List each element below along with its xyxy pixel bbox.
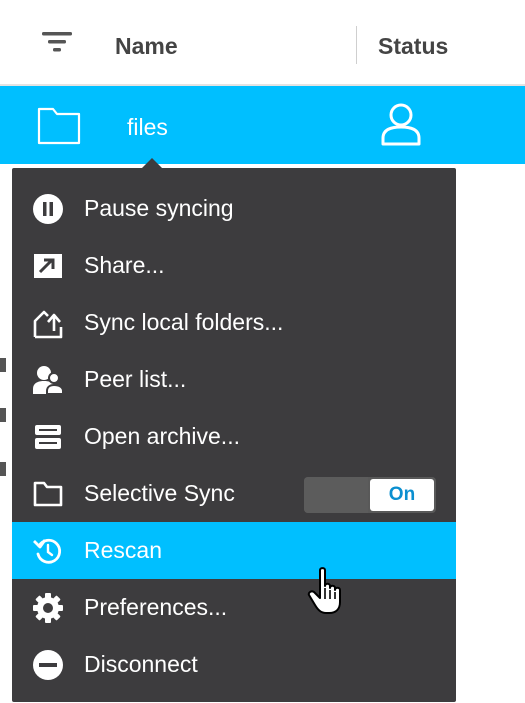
archive-icon	[35, 425, 61, 449]
menu-item-peer-list[interactable]: Peer list...	[12, 351, 456, 408]
peer-list-icon	[33, 366, 64, 395]
menu-item-label: Rescan	[84, 537, 162, 563]
disconnect-icon	[33, 650, 63, 680]
menu-item-label: Sync local folders...	[84, 309, 284, 335]
hand-pointer-cursor-icon	[307, 567, 341, 614]
menu-item-preferences[interactable]: Preferences...	[12, 579, 456, 636]
folder-context-menu: Pause syncing Share... Sync local folder…	[12, 168, 456, 702]
column-header-name[interactable]: Name	[115, 33, 178, 60]
menu-item-label: Preferences...	[84, 594, 228, 620]
menu-item-selective-sync[interactable]: Selective Sync On	[12, 465, 456, 522]
column-divider[interactable]	[356, 26, 357, 64]
column-header-status[interactable]: Status	[378, 33, 448, 60]
menu-item-label: Pause syncing	[84, 195, 234, 221]
menu-item-share[interactable]: Share...	[12, 237, 456, 294]
menu-item-disconnect[interactable]: Disconnect	[12, 636, 456, 693]
folder-name: files	[127, 114, 168, 140]
menu-item-rescan[interactable]: Rescan	[12, 522, 456, 579]
menu-item-sync-local-folders[interactable]: Sync local folders...	[12, 294, 456, 351]
background-text-fragment	[0, 358, 6, 372]
selective-sync-toggle[interactable]: On	[304, 477, 436, 513]
background-text-fragment	[0, 462, 6, 476]
folder-row-files[interactable]: files	[0, 86, 525, 164]
menu-item-label: Open archive...	[84, 423, 240, 449]
share-icon	[34, 254, 62, 278]
folder-icon	[33, 481, 63, 507]
rescan-icon	[33, 538, 62, 564]
menu-item-label: Share...	[84, 252, 165, 278]
filter-icon[interactable]	[40, 30, 74, 54]
menu-item-label: Disconnect	[84, 651, 198, 677]
sync-local-folders-icon	[33, 310, 63, 339]
background-text-fragment	[0, 408, 6, 422]
menu-item-pause-syncing[interactable]: Pause syncing	[12, 180, 456, 237]
pause-icon	[33, 194, 63, 224]
gear-icon	[33, 593, 63, 623]
menu-item-label: Selective Sync	[84, 480, 235, 506]
toggle-on-label: On	[370, 479, 434, 511]
menu-item-open-archive[interactable]: Open archive...	[12, 408, 456, 465]
list-header: Name Status	[0, 0, 525, 86]
user-icon	[381, 103, 421, 146]
folder-icon	[37, 107, 81, 145]
toggle-off-segment	[304, 477, 368, 513]
menu-item-label: Peer list...	[84, 366, 187, 392]
